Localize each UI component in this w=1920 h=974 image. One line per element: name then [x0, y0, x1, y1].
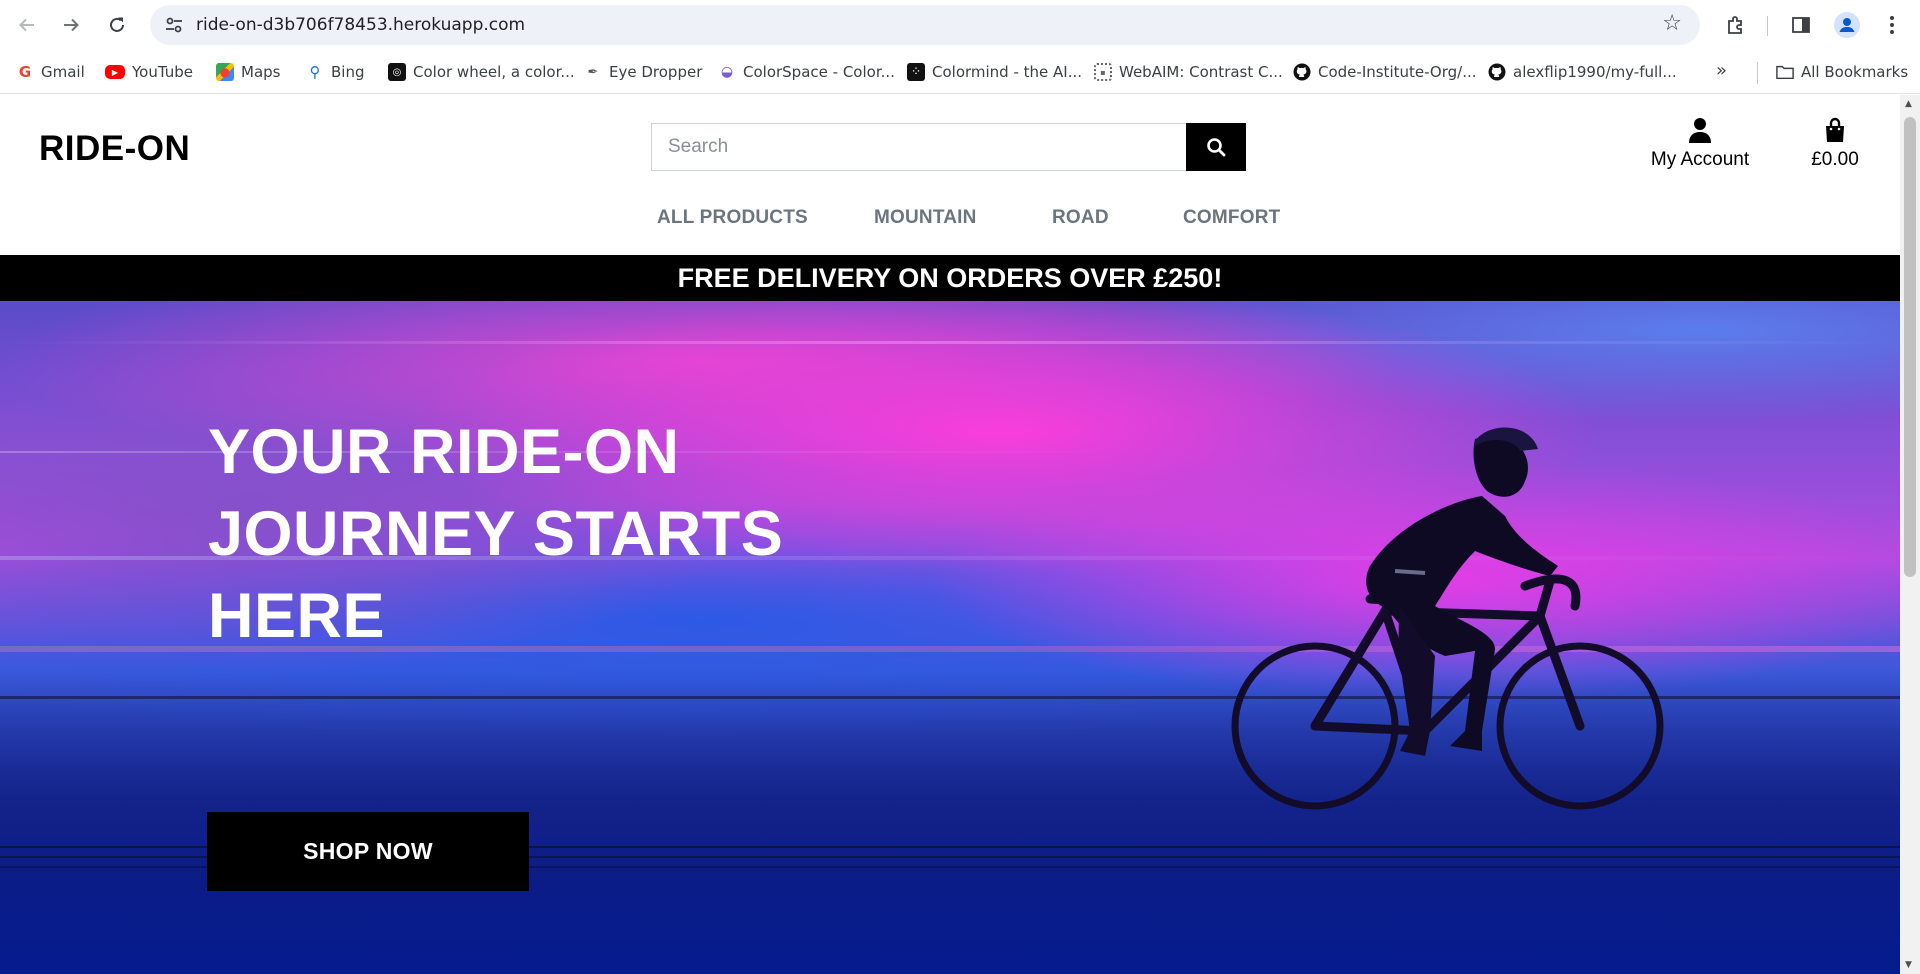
page-scrollbar[interactable]: ▲ ▼: [1900, 95, 1920, 974]
hero-title-line: JOURNEY STARTS: [208, 499, 784, 569]
scrollbar-thumb[interactable]: [1904, 117, 1916, 577]
bookmark-color-wheel[interactable]: ◎ Color wheel, a color...: [388, 60, 575, 84]
site-info-button[interactable]: [162, 13, 186, 37]
scroll-down-arrow-icon[interactable]: ▼: [1905, 960, 1912, 970]
bookmark-gmail[interactable]: G Gmail: [16, 60, 85, 84]
shop-now-button[interactable]: SHOP NOW: [207, 812, 529, 891]
url-text[interactable]: ride-on-d3b706f78453.herokuapp.com: [196, 15, 525, 35]
main-nav: ALL PRODUCTS MOUNTAIN ROAD COMFORT: [0, 207, 1900, 239]
bookmark-my-full[interactable]: alexflip1990/my-full...: [1488, 60, 1677, 84]
bookmark-bing[interactable]: ⚲ Bing: [306, 60, 365, 84]
eye-dropper-icon: ✒: [587, 64, 599, 80]
github-icon: [1488, 63, 1506, 81]
profile-avatar-icon: [1834, 12, 1860, 38]
bookmark-maps[interactable]: ● Maps: [216, 60, 280, 84]
reload-button[interactable]: [102, 10, 132, 40]
bookmark-label: Eye Dropper: [609, 63, 703, 81]
hero-title: YOUR RIDE-ON JOURNEY STARTS HERE: [208, 411, 828, 657]
search-button[interactable]: [1186, 123, 1246, 171]
nav-mountain[interactable]: MOUNTAIN: [874, 207, 977, 229]
cyclist-silhouette: [1231, 427, 1664, 810]
bookmark-code-institute[interactable]: Code-Institute-Org/...: [1293, 60, 1477, 84]
bookmark-label: Gmail: [41, 63, 85, 81]
site-logo[interactable]: RIDE-ON: [39, 129, 190, 169]
page-viewport: RIDE-ON My Account £0.00 ALL PRODUCTS MO…: [0, 95, 1900, 974]
user-icon: [1640, 115, 1760, 145]
tune-icon: [166, 17, 182, 33]
more-bookmarks-button[interactable]: »: [1716, 60, 1727, 81]
back-button[interactable]: [12, 10, 42, 40]
bookmarks-bar: G Gmail ▶ YouTube ● Maps ⚲ Bing ◎ Color …: [0, 50, 1920, 94]
folder-icon: [1776, 63, 1794, 81]
colormind-icon: ⁘: [907, 63, 925, 81]
hero-section: YOUR RIDE-ON JOURNEY STARTS HERE SHOP NO…: [0, 301, 1900, 974]
my-account-link[interactable]: My Account: [1640, 115, 1760, 171]
nav-road[interactable]: ROAD: [1052, 207, 1109, 229]
nav-all-products[interactable]: ALL PRODUCTS: [657, 207, 808, 229]
bookmark-label: ColorSpace - Color...: [743, 63, 895, 81]
shopping-bag-icon: [1785, 115, 1885, 145]
my-account-label: My Account: [1650, 149, 1750, 170]
light-streak: [0, 341, 1900, 344]
colorspace-icon: ◒: [720, 64, 734, 80]
bookmark-label: WebAIM: Contrast C...: [1119, 63, 1283, 81]
bookmark-label: Code-Institute-Org/...: [1318, 63, 1477, 81]
side-panel-button[interactable]: [1786, 10, 1816, 40]
maps-icon: ●: [216, 63, 234, 81]
profile-button[interactable]: [1832, 10, 1862, 40]
reload-icon: [110, 17, 124, 32]
search-input[interactable]: [652, 124, 1186, 170]
nav-comfort[interactable]: COMFORT: [1183, 207, 1280, 229]
bookmark-eye-dropper[interactable]: ✒ Eye Dropper: [584, 60, 703, 84]
shopping-bag-link[interactable]: £0.00: [1785, 115, 1885, 171]
kebab-menu-icon: [1890, 16, 1894, 34]
extensions-button[interactable]: [1721, 10, 1751, 40]
bookmarks-divider: [1757, 62, 1758, 84]
gmail-icon: G: [18, 63, 32, 81]
bookmark-star-icon[interactable]: ☆: [1662, 11, 1682, 36]
bookmark-label: alexflip1990/my-full...: [1513, 63, 1677, 81]
bookmark-colorspace[interactable]: ◒ ColorSpace - Color...: [718, 60, 895, 84]
toolbar-divider: [1767, 16, 1768, 36]
all-bookmarks-button[interactable]: All Bookmarks: [1776, 60, 1908, 84]
search-icon: [1207, 138, 1226, 157]
browser-menu-button[interactable]: [1877, 10, 1907, 40]
puzzle-icon: [1728, 16, 1742, 34]
youtube-icon: ▶: [105, 65, 125, 79]
bookmark-label: Colormind - the AI...: [932, 63, 1083, 81]
bookmark-label: YouTube: [132, 63, 193, 81]
hero-title-line: YOUR RIDE-ON: [208, 417, 680, 487]
forward-button[interactable]: [56, 10, 86, 40]
scroll-up-arrow-icon[interactable]: ▲: [1905, 99, 1912, 109]
bookmark-label: Bing: [331, 63, 365, 81]
arrow-left-icon: [19, 18, 34, 32]
hero-title-line: HERE: [208, 581, 386, 651]
browser-toolbar: ride-on-d3b706f78453.herokuapp.com ☆: [0, 0, 1920, 50]
delivery-banner: FREE DELIVERY ON ORDERS OVER £250!: [0, 255, 1900, 301]
bookmark-label: Maps: [241, 63, 281, 81]
bookmark-colormind[interactable]: ⁘ Colormind - the AI...: [907, 60, 1082, 84]
arrow-right-icon: [64, 18, 79, 32]
github-icon: [1293, 63, 1311, 81]
color-wheel-icon: ◎: [388, 63, 406, 81]
all-bookmarks-label: All Bookmarks: [1801, 63, 1909, 81]
bookmark-label: Color wheel, a color...: [413, 63, 575, 81]
bing-icon: ⚲: [309, 63, 321, 81]
address-bar[interactable]: ride-on-d3b706f78453.herokuapp.com ☆: [150, 5, 1700, 45]
search-box: [651, 123, 1187, 171]
bookmark-youtube[interactable]: ▶ YouTube: [105, 60, 193, 84]
bookmark-webaim[interactable]: ▪ WebAIM: Contrast C...: [1094, 60, 1283, 84]
bag-total: £0.00: [1811, 149, 1859, 170]
webaim-icon: ▪: [1094, 63, 1112, 81]
side-panel-icon: [1792, 17, 1810, 33]
